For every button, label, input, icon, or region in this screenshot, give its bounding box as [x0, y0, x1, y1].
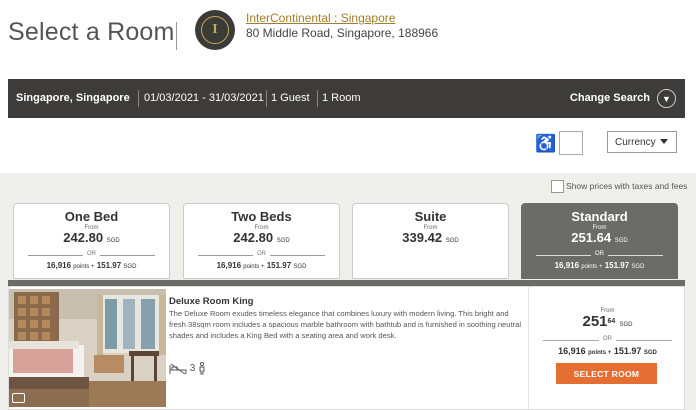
points-price: 16,916 points + 151.97 SGD	[216, 261, 307, 270]
search-summary-bar: Singapore, Singapore 01/03/2021 - 31/03/…	[8, 79, 685, 118]
tab-name: One Bed	[64, 209, 119, 224]
occupancy-count: 3	[189, 363, 196, 375]
tab-name: Standard	[571, 209, 628, 224]
points-price: 16,916 points + 151.97 SGD	[46, 261, 137, 270]
guest-count: 1 Guest	[271, 92, 310, 104]
tab-price: 242.80 SGD	[63, 230, 120, 245]
dropdown-arrow-icon	[660, 139, 668, 144]
tab-one-bed[interactable]: One Bed From 242.80 SGD OR 16,916 points…	[13, 203, 170, 279]
separator	[266, 90, 267, 107]
room-photo-illustration	[9, 289, 166, 407]
tab-name: Two Beds	[231, 209, 292, 224]
chevron-down-icon[interactable]: ▼	[657, 89, 676, 108]
points-price: 16,916 points + 151.97 SGD	[554, 261, 645, 270]
points-price: 16,916 points + 151.97 SGD	[558, 346, 657, 356]
separator	[317, 90, 318, 107]
room-amenities: 3	[169, 361, 206, 375]
separator	[138, 90, 139, 107]
hotel-name-link[interactable]: InterContinental : Singapore	[246, 11, 395, 25]
page-title: Select a Room	[8, 18, 175, 46]
tab-two-beds[interactable]: Two Beds From 242.80 SGD OR 16,916 point…	[183, 203, 340, 279]
bed-icon	[169, 363, 187, 374]
room-price: 25164 SGD	[582, 313, 633, 330]
wheelchair-icon: ♿	[535, 134, 557, 153]
room-name[interactable]: Deluxe Room King	[169, 296, 253, 307]
tab-price: 339.42 SGD	[402, 230, 459, 245]
hotel-logo: I	[195, 10, 235, 50]
person-icon	[199, 361, 205, 375]
destination: Singapore, Singapore	[16, 92, 130, 104]
or-divider: OR	[543, 336, 672, 345]
select-room-button[interactable]: SELECT ROOM	[556, 363, 657, 384]
tax-checkbox[interactable]	[551, 180, 564, 193]
currency-dropdown[interactable]: Currency	[607, 131, 677, 153]
tab-standard[interactable]: Standard From 251.64 SGD OR 16,916 point…	[521, 203, 678, 279]
room-count: 1 Room	[322, 92, 361, 104]
currency-label: Currency	[615, 136, 656, 148]
accessible-checkbox[interactable]	[559, 131, 583, 155]
room-photo[interactable]	[9, 289, 166, 407]
date-range: 01/03/2021 - 31/03/2021	[144, 92, 264, 104]
room-description: The Deluxe Room exudes timeless elegance…	[169, 309, 522, 340]
or-divider: OR	[536, 251, 663, 259]
change-search-button[interactable]: Change Search	[570, 92, 650, 104]
logo-emblem: I	[201, 16, 229, 44]
or-divider: OR	[198, 251, 325, 259]
tab-name: Suite	[414, 209, 447, 224]
tab-suite[interactable]: Suite From 339.42 SGD	[352, 203, 509, 279]
header-divider	[176, 22, 177, 50]
tab-price: 242.80 SGD	[233, 230, 290, 245]
hotel-address: 80 Middle Road, Singapore, 188966	[246, 26, 439, 40]
tax-label: Show prices with taxes and fees	[566, 181, 688, 191]
or-divider: OR	[28, 251, 155, 259]
room-price-column: From 25164 SGD OR 16,916 points + 151.97…	[528, 287, 686, 409]
room-card: Deluxe Room King The Deluxe Room exudes …	[8, 286, 685, 410]
camera-icon[interactable]	[12, 393, 25, 403]
tab-price: 251.64 SGD	[571, 230, 628, 245]
